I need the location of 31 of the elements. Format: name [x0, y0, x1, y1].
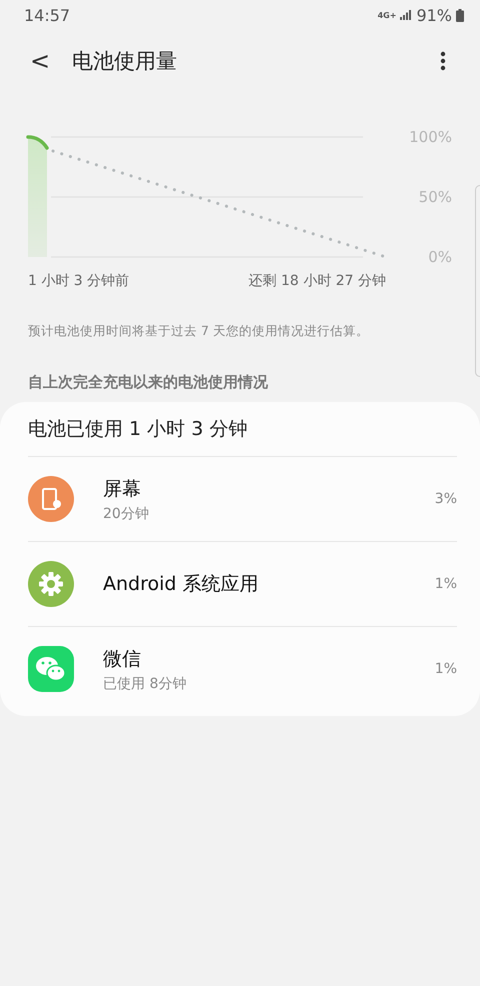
network-type: 4G+ [378, 10, 396, 20]
usage-time: 已使用 8分钟 [103, 674, 186, 692]
app-name: 微信 [103, 646, 141, 672]
y-axis-label: 100% [408, 128, 452, 146]
tablet-icon [28, 476, 74, 522]
gear-icon [28, 561, 74, 607]
back-button[interactable]: < [24, 47, 56, 75]
page-title: 电池使用量 [72, 48, 178, 75]
usage-percent: 1% [434, 576, 457, 592]
chat-bubbles-icon [28, 646, 74, 692]
usage-title: 电池已使用 1 小时 3 分钟 [28, 416, 457, 457]
app-usage-item[interactable]: 屏幕 20分钟 3% [28, 457, 457, 542]
estimate-note: 预计电池使用时间将基于过去 7 天您的使用情况进行估算。 [28, 323, 370, 340]
battery-icon [456, 8, 464, 22]
app-name: Android 系统应用 [103, 572, 258, 597]
usage-percent: 3% [434, 491, 457, 507]
used-battery-line [26, 135, 49, 150]
app-usage-item[interactable]: Android 系统应用 1% [28, 542, 457, 627]
x-axis-label: 还剩 18 小时 27 分钟 [248, 273, 386, 289]
usage-percent: 1% [434, 661, 457, 677]
usage-time: 20分钟 [103, 504, 149, 522]
x-axis-label: 1 小时 3 分钟前 [28, 273, 130, 289]
battery-percent: 91% [416, 6, 452, 24]
y-axis-label: 50% [418, 188, 452, 206]
status-time: 14:57 [24, 6, 70, 24]
y-axis-label: 0% [427, 248, 452, 266]
section-title: 自上次完全充电以来的电池使用情况 [28, 373, 269, 392]
app-usage-item[interactable]: 微信 已使用 8分钟 1% [28, 627, 457, 711]
app-name: 屏幕 [103, 476, 141, 502]
more-options-icon[interactable] [440, 51, 446, 71]
signal-icon [400, 10, 412, 20]
